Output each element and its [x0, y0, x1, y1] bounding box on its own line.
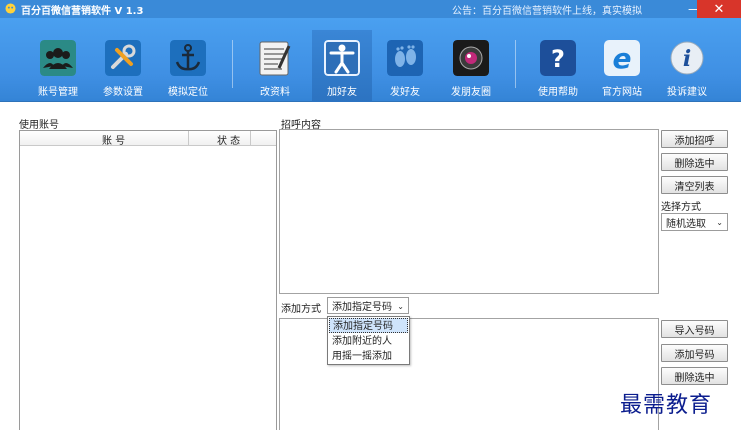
toolbar-item-parameter-settings[interactable]: 参数设置 [93, 30, 153, 100]
toolbar-label: 改资料 [260, 87, 290, 98]
main-toolbar: 账号管理 参数设置 模拟定位 改资料 加好友 发好友 发朋友圈 ? 使用帮助 e… [0, 18, 741, 102]
toolbar-separator [232, 40, 233, 88]
toolbar-label: 账号管理 [38, 87, 78, 98]
add-person-icon [324, 40, 360, 76]
greeting-list[interactable] [279, 129, 659, 294]
clear-list-button[interactable]: 清空列表 [661, 176, 728, 194]
add-method-option-specified[interactable]: 添加指定号码 [329, 318, 408, 333]
toolbar-label: 加好友 [327, 87, 357, 98]
accounts-table[interactable]: 账 号 状 态 [19, 130, 277, 430]
info-icon: i [670, 41, 704, 75]
app-logo-icon [5, 3, 16, 14]
toolbar-label: 模拟定位 [168, 87, 208, 98]
window-title: 百分百微信营销软件 V 1.3 [21, 6, 144, 17]
toolbar-item-simulated-location[interactable]: 模拟定位 [158, 30, 218, 100]
add-greeting-button[interactable]: 添加招呼 [661, 130, 728, 148]
toolbar-label: 投诉建议 [667, 87, 707, 98]
delete-selected-number-button[interactable]: 删除选中 [661, 367, 728, 385]
svg-text:?: ? [551, 45, 565, 73]
toolbar-item-official-website[interactable]: e 官方网站 [592, 30, 652, 100]
add-method-option-nearby[interactable]: 添加附近的人 [329, 334, 408, 349]
toolbar-label: 发朋友圈 [451, 87, 491, 98]
accounts-table-header: 账 号 状 态 [20, 131, 276, 147]
wrench-icon [105, 40, 141, 76]
add-method-label: 添加方式 [281, 304, 321, 315]
import-numbers-button[interactable]: 导入号码 [661, 320, 728, 338]
watermark: 最需教育 [620, 393, 713, 418]
help-icon: ? [540, 40, 576, 76]
toolbar-item-post-moments[interactable]: 发朋友圈 [441, 30, 501, 100]
users-icon [40, 40, 76, 76]
close-icon: ✕ [713, 1, 725, 17]
column-header-status[interactable]: 状 态 [217, 132, 240, 147]
delete-selected-greeting-button[interactable]: 删除选中 [661, 153, 728, 171]
footprints-icon [387, 40, 423, 76]
toolbar-item-help[interactable]: ? 使用帮助 [528, 30, 588, 100]
toolbar-label: 官方网站 [602, 87, 642, 98]
add-method-value: 添加指定号码 [332, 302, 392, 313]
add-number-button[interactable]: 添加号码 [661, 344, 728, 362]
chevron-down-icon: ⌄ [397, 302, 404, 311]
notepad-icon [259, 41, 291, 76]
toolbar-label: 发好友 [390, 87, 420, 98]
toolbar-item-feedback[interactable]: i 投诉建议 [657, 30, 717, 100]
camera-icon [453, 40, 489, 76]
toolbar-label: 参数设置 [103, 87, 143, 98]
announcement-text: 公告：百分百微信营销软件上线，真实模拟 [452, 6, 642, 17]
select-method-value: 随机选取 [666, 218, 706, 230]
column-header-account[interactable]: 账 号 [102, 132, 125, 147]
title-bar: 百分百微信营销软件 V 1.3 公告：百分百微信营销软件上线，真实模拟 — ✕ [0, 0, 741, 18]
select-method-label: 选择方式 [661, 202, 701, 213]
add-method-options: 添加指定号码 添加附近的人 用摇一摇添加 [327, 316, 410, 365]
toolbar-item-add-friends[interactable]: 加好友 [312, 30, 372, 102]
select-method-dropdown[interactable]: 随机选取 ⌄ [661, 213, 728, 231]
accounts-label: 使用账号 [19, 120, 59, 131]
chevron-down-icon: ⌄ [716, 218, 723, 227]
toolbar-item-send-friends[interactable]: 发好友 [375, 30, 435, 100]
svg-text:i: i [683, 46, 691, 72]
toolbar-item-account-management[interactable]: 账号管理 [28, 30, 88, 100]
svg-text:e: e [613, 42, 632, 75]
close-button[interactable]: ✕ [697, 0, 741, 18]
add-method-option-shake[interactable]: 用摇一摇添加 [329, 349, 408, 364]
add-method-dropdown[interactable]: 添加指定号码 ⌄ [327, 297, 409, 314]
toolbar-label: 使用帮助 [538, 87, 578, 98]
anchor-icon [170, 40, 206, 76]
column-divider[interactable] [250, 131, 251, 146]
column-divider[interactable] [188, 131, 189, 146]
toolbar-item-edit-profile[interactable]: 改资料 [245, 30, 305, 100]
toolbar-separator [515, 40, 516, 88]
browser-icon: e [604, 40, 640, 76]
